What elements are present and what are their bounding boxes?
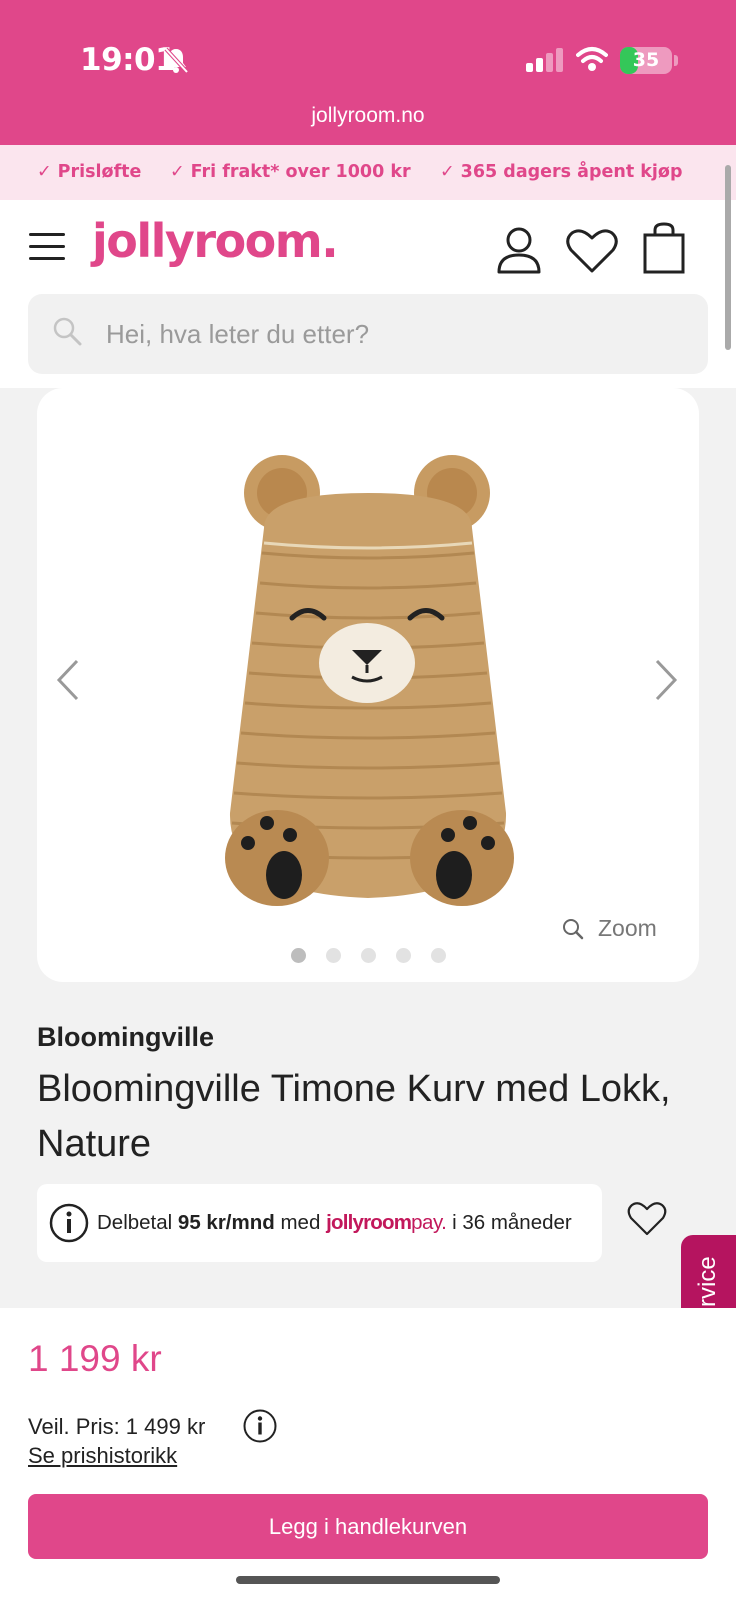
usp-label: 365 dagers åpent kjøp bbox=[460, 162, 683, 182]
browser-top-bar: 19:01 35 jollyroom.no bbox=[0, 0, 736, 145]
zoom-icon bbox=[563, 919, 584, 940]
heart-icon[interactable] bbox=[566, 228, 618, 274]
product-title: Bloomingville Timone Kurv med Lokk, Natu… bbox=[37, 1068, 671, 1165]
url-bar[interactable]: jollyroom.no bbox=[0, 104, 736, 128]
jollyroompay-logo: jollyroompay. bbox=[326, 1211, 447, 1234]
installment-suffix: i 36 måneder bbox=[452, 1211, 572, 1234]
usp-item: ✓ Fri frakt* over 1000 kr bbox=[170, 145, 411, 200]
zoom-label: Zoom bbox=[598, 915, 657, 941]
gallery-pagination bbox=[37, 948, 699, 963]
user-icon[interactable] bbox=[496, 226, 542, 274]
usp-item: ✓ Prisløfte bbox=[37, 145, 141, 200]
usp-item: ✓ 365 dagers åpent kjøp bbox=[440, 145, 682, 200]
muted-bell-icon bbox=[164, 47, 189, 74]
battery-percent: 35 bbox=[632, 49, 660, 71]
home-indicator[interactable] bbox=[236, 1576, 500, 1584]
chevron-left-icon[interactable] bbox=[55, 658, 81, 702]
check-icon: ✓ bbox=[440, 162, 455, 182]
search-input[interactable]: Hei, hva leter du etter? bbox=[28, 294, 708, 374]
product-price: 1 199 kr bbox=[28, 1338, 162, 1379]
price-history-link[interactable]: Se prishistorikk bbox=[28, 1443, 177, 1469]
product-brand[interactable]: Bloomingville bbox=[37, 1022, 214, 1053]
gallery-dot[interactable] bbox=[395, 948, 411, 963]
site-header: jollyroom. Hei, hva leter du etter? bbox=[0, 200, 736, 388]
usp-bar: ✓ Prisløfte ✓ Fri frakt* over 1000 kr ✓ 365… bbox=[0, 145, 736, 200]
usp-label: Fri frakt* over 1000 kr bbox=[190, 162, 411, 182]
gallery-dot[interactable] bbox=[290, 948, 306, 963]
chevron-right-icon[interactable] bbox=[653, 658, 679, 702]
battery-indicator: 35 bbox=[620, 47, 672, 74]
search-icon bbox=[53, 317, 82, 346]
installment-banner[interactable]: Delbetal 95 kr/mnd med jollyroompay. i 3… bbox=[37, 1184, 602, 1262]
page-scrollbar[interactable] bbox=[725, 165, 731, 350]
menu-icon[interactable] bbox=[29, 233, 65, 261]
info-icon[interactable] bbox=[49, 1203, 89, 1243]
site-logo[interactable]: jollyroom. bbox=[92, 214, 339, 268]
product-image[interactable] bbox=[212, 453, 524, 913]
cellular-signal-icon bbox=[526, 48, 563, 72]
installment-text: Delbetal 95 kr/mnd med jollyroompay. i 3… bbox=[97, 1184, 572, 1262]
installment-mid: med bbox=[280, 1211, 321, 1234]
gallery-dot[interactable] bbox=[325, 948, 341, 963]
info-icon[interactable] bbox=[243, 1409, 277, 1443]
add-to-cart-button[interactable]: Legg i handlekurven bbox=[28, 1494, 708, 1559]
gallery-dot[interactable] bbox=[360, 948, 376, 963]
battery-cap bbox=[674, 55, 678, 66]
gallery-dot[interactable] bbox=[430, 948, 446, 963]
check-icon: ✓ bbox=[37, 162, 52, 182]
product-gallery: Zoom bbox=[37, 388, 699, 982]
wifi-icon bbox=[576, 47, 608, 71]
favorite-heart-icon[interactable] bbox=[627, 1201, 667, 1237]
price-panel: 1 199 kr Veil. Pris: 1 499 kr Se prishis… bbox=[0, 1308, 736, 1600]
search-placeholder: Hei, hva leter du etter? bbox=[106, 319, 370, 349]
usp-label: Prisløfte bbox=[57, 162, 142, 182]
installment-amount: 95 kr/mnd bbox=[177, 1211, 275, 1234]
recommended-price: Veil. Pris: 1 499 kr bbox=[28, 1414, 206, 1439]
shopping-bag-icon[interactable] bbox=[642, 222, 686, 274]
status-time: 19:01 bbox=[80, 42, 177, 78]
installment-prefix: Delbetal bbox=[97, 1211, 173, 1234]
check-icon: ✓ bbox=[170, 162, 185, 182]
zoom-button[interactable]: Zoom bbox=[562, 913, 657, 943]
